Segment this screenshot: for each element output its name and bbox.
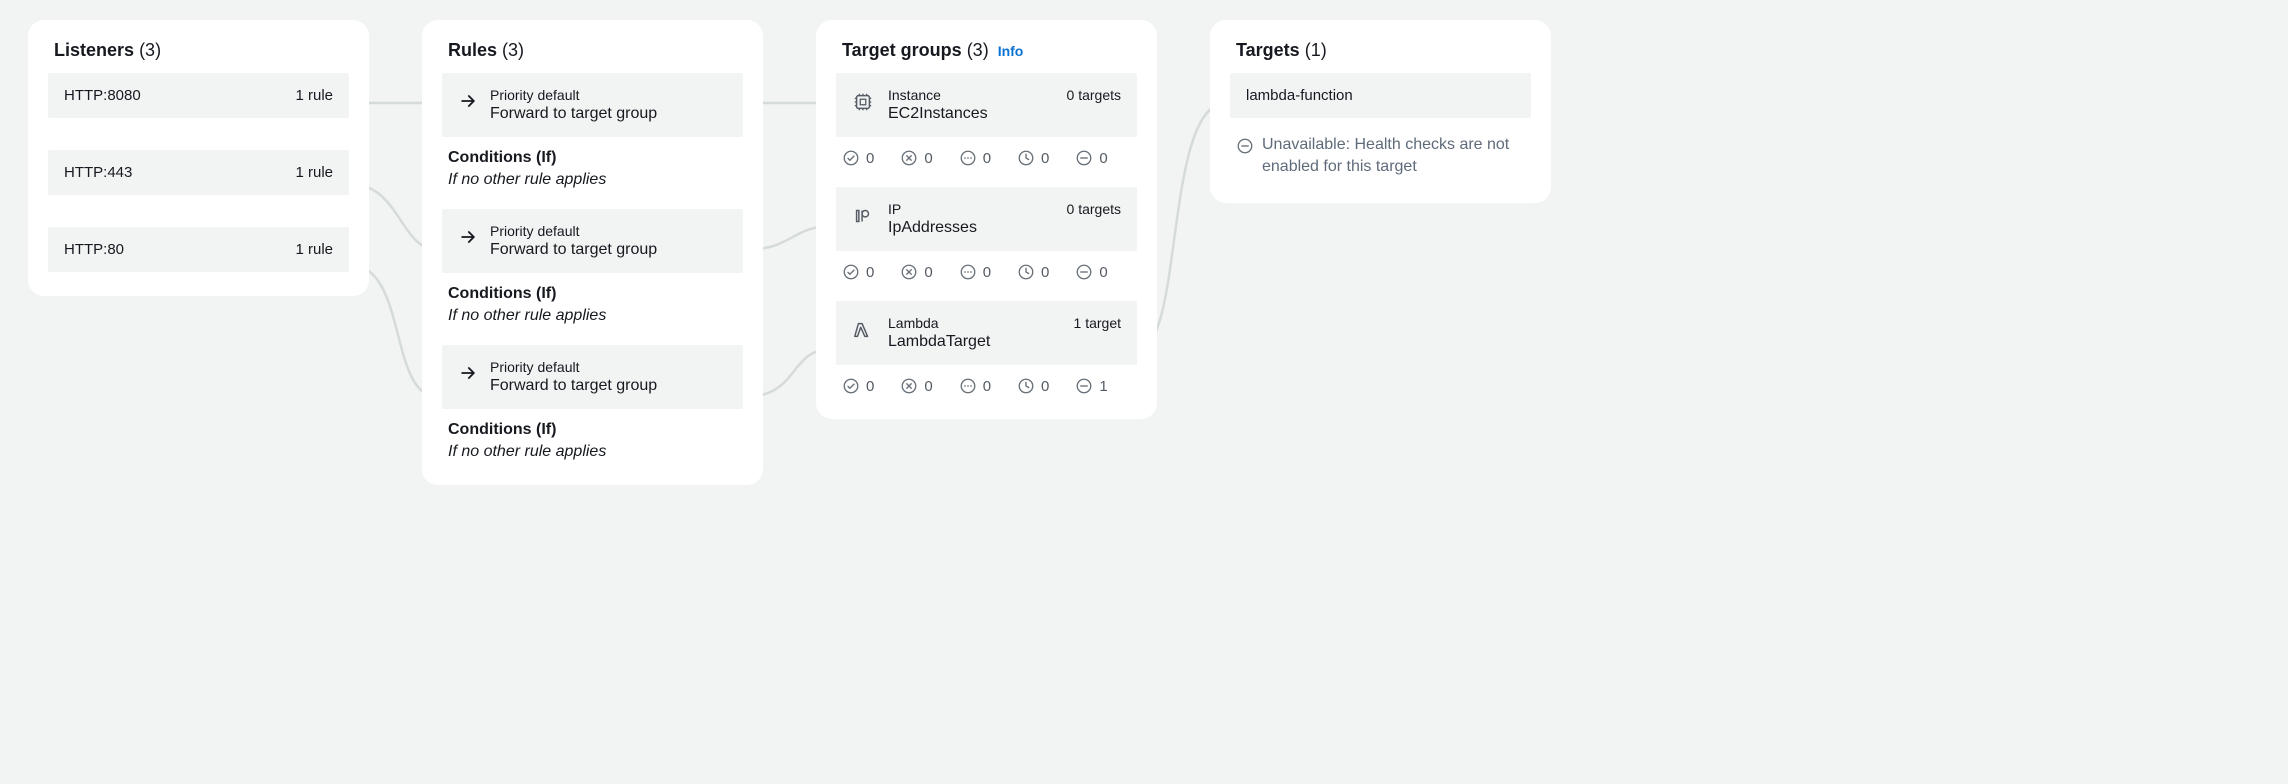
rule-item[interactable]: Priority default Forward to target group (442, 345, 743, 409)
listener-item[interactable]: HTTP:443 1 rule (48, 150, 349, 195)
rule-conditions: Conditions (If) If no other rule applies (448, 421, 737, 461)
target-name: lambda-function (1246, 87, 1353, 104)
listener-name: HTTP:80 (64, 241, 124, 258)
target-groups-panel: Target groups (3) Info Instance 0 target… (816, 20, 1157, 419)
rule-priority: Priority default (490, 87, 657, 103)
rule-action: Forward to target group (490, 241, 657, 259)
unhealthy-icon (900, 377, 918, 395)
unavailable-icon (1236, 137, 1254, 155)
draining-icon (1017, 149, 1035, 167)
target-item[interactable]: lambda-function (1230, 73, 1531, 118)
rules-panel: Rules (3) Priority default Forward to ta… (422, 20, 763, 485)
unhealthy-icon (900, 149, 918, 167)
tg-name: IpAddresses (888, 219, 1121, 237)
target-groups-title: Target groups (3) Info (842, 40, 1137, 61)
tg-targets-count: 1 target (1074, 315, 1121, 331)
listener-name: HTTP:8080 (64, 87, 141, 104)
tg-type: IP (888, 201, 901, 217)
rule-priority: Priority default (490, 359, 657, 375)
unavailable-icon (1075, 263, 1093, 281)
draining-icon (1017, 377, 1035, 395)
rule-priority: Priority default (490, 223, 657, 239)
tg-type: Instance (888, 87, 941, 103)
info-link[interactable]: Info (998, 43, 1024, 59)
tg-targets-count: 0 targets (1067, 201, 1121, 217)
ip-icon (852, 205, 874, 227)
tg-targets-count: 0 targets (1067, 87, 1121, 103)
target-group-item[interactable]: Instance 0 targets EC2Instances (836, 73, 1137, 137)
listener-item[interactable]: HTTP:80 1 rule (48, 227, 349, 272)
listeners-title: Listeners (3) (54, 40, 349, 61)
healthy-icon (842, 377, 860, 395)
rule-conditions: Conditions (If) If no other rule applies (448, 285, 737, 325)
target-status: Unavailable: Health checks are not enabl… (1236, 134, 1525, 179)
arrow-right-icon (458, 91, 478, 111)
tg-name: LambdaTarget (888, 333, 1121, 351)
instance-icon (852, 91, 874, 113)
healthy-icon (842, 149, 860, 167)
rule-conditions: Conditions (If) If no other rule applies (448, 149, 737, 189)
target-group-item[interactable]: Lambda 1 target LambdaTarget (836, 301, 1137, 365)
targets-panel: Targets (1) lambda-function Unavailable:… (1210, 20, 1551, 203)
targets-title: Targets (1) (1236, 40, 1531, 61)
rules-title: Rules (3) (448, 40, 743, 61)
unavailable-icon (1075, 149, 1093, 167)
health-counters: 0 0 0 0 0 (842, 263, 1131, 281)
rule-item[interactable]: Priority default Forward to target group (442, 209, 743, 273)
unhealthy-icon (900, 263, 918, 281)
listeners-panel: Listeners (3) HTTP:8080 1 rule HTTP:443 … (28, 20, 369, 296)
unused-icon (959, 377, 977, 395)
target-group-item[interactable]: IP 0 targets IpAddresses (836, 187, 1137, 251)
rule-action: Forward to target group (490, 105, 657, 123)
arrow-right-icon (458, 363, 478, 383)
draining-icon (1017, 263, 1035, 281)
unavailable-icon (1075, 377, 1093, 395)
unused-icon (959, 263, 977, 281)
tg-type: Lambda (888, 315, 939, 331)
rule-action: Forward to target group (490, 377, 657, 395)
healthy-icon (842, 263, 860, 281)
health-counters: 0 0 0 0 0 (842, 149, 1131, 167)
arrow-right-icon (458, 227, 478, 247)
health-counters: 0 0 0 0 1 (842, 377, 1131, 395)
lambda-icon (852, 319, 874, 341)
listener-meta: 1 rule (295, 241, 333, 258)
listener-name: HTTP:443 (64, 164, 132, 181)
listener-meta: 1 rule (295, 87, 333, 104)
unused-icon (959, 149, 977, 167)
listener-meta: 1 rule (295, 164, 333, 181)
listener-item[interactable]: HTTP:8080 1 rule (48, 73, 349, 118)
rule-item[interactable]: Priority default Forward to target group (442, 73, 743, 137)
tg-name: EC2Instances (888, 105, 1121, 123)
